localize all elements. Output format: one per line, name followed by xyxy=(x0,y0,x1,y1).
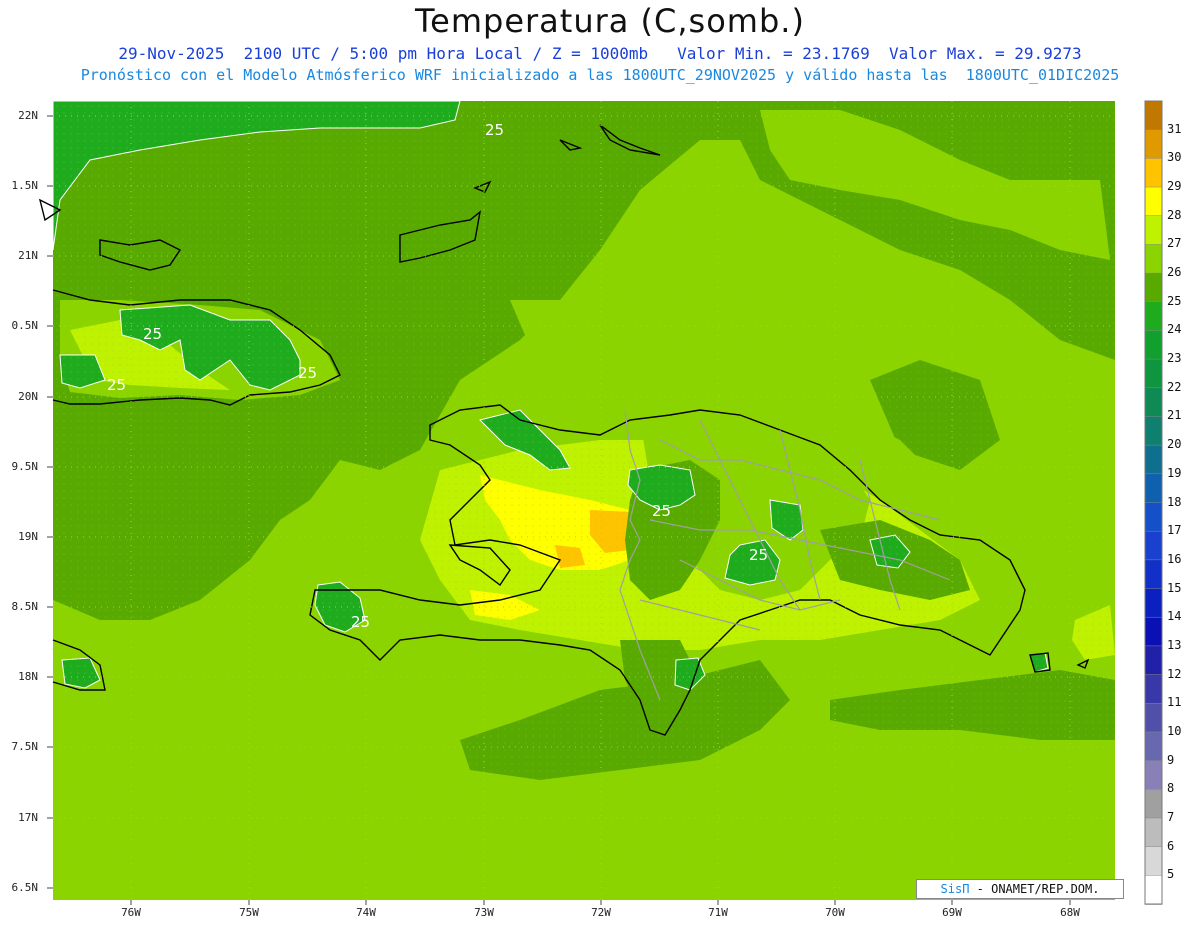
credit-brand: SisΠ xyxy=(940,882,970,896)
lat-label: 17N xyxy=(18,811,38,824)
colorbar-swatch xyxy=(1144,158,1163,188)
colorbar-label: 28 xyxy=(1167,207,1182,222)
colorbar-swatch xyxy=(1144,559,1163,590)
colorbar-label: 17 xyxy=(1167,523,1182,538)
colorbar-label: 12 xyxy=(1167,666,1182,681)
contour-label: 25 xyxy=(351,613,370,631)
lat-label: 21N xyxy=(18,249,38,262)
contour-label: 25 xyxy=(107,376,126,394)
colorbar-swatch xyxy=(1144,186,1163,217)
colorbar-label: 15 xyxy=(1167,580,1182,595)
colorbar-label: 27 xyxy=(1167,236,1182,251)
colorbar-swatch xyxy=(1144,100,1163,131)
credit-box: SisΠ - ONAMET/REP.DOM. xyxy=(916,879,1124,899)
colorbar-label: 18 xyxy=(1167,494,1182,509)
colorbar-label: 14 xyxy=(1167,609,1182,624)
colorbar-label: 13 xyxy=(1167,637,1182,652)
colorbar-label: 16 xyxy=(1167,551,1182,566)
lon-label: 68W xyxy=(1060,906,1080,919)
contour-label: 25 xyxy=(652,502,671,520)
colorbar-label: 9 xyxy=(1167,752,1175,767)
colorbar-swatch xyxy=(1144,703,1163,733)
colorbar-label: 29 xyxy=(1167,179,1182,194)
colorbar-swatch xyxy=(1144,473,1163,504)
lat-label: 19N xyxy=(18,530,38,543)
colorbar-swatch xyxy=(1144,502,1163,532)
colorbar-swatch xyxy=(1144,215,1163,246)
colorbar-swatch xyxy=(1144,272,1163,303)
colorbar-label: 6 xyxy=(1167,838,1175,853)
lon-label: 72W xyxy=(591,906,611,919)
colorbar-swatch xyxy=(1144,817,1163,848)
contour-label: 25 xyxy=(298,364,317,382)
colorbar-label: 20 xyxy=(1167,437,1182,452)
colorbar-label: 7 xyxy=(1167,809,1175,824)
colorbar-swatch xyxy=(1144,760,1163,791)
colorbar-swatch xyxy=(1144,244,1163,274)
lon-label: 76W xyxy=(121,906,141,919)
colorbar-label: 21 xyxy=(1167,408,1182,423)
colorbar-label: 11 xyxy=(1167,695,1182,710)
contour-label: 25 xyxy=(143,325,162,343)
colorbar-swatch xyxy=(1144,129,1163,160)
credit-org: - ONAMET/REP.DOM. xyxy=(969,882,1100,896)
lon-label: 75W xyxy=(239,906,259,919)
colorbar-swatch xyxy=(1144,301,1163,332)
lon-label: 74W xyxy=(356,906,376,919)
colorbar-label: 19 xyxy=(1167,465,1182,480)
colorbar-swatch xyxy=(1144,387,1163,418)
colorbar-swatch xyxy=(1144,731,1163,762)
colorbar-swatch xyxy=(1144,416,1163,446)
colorbar-swatch xyxy=(1144,674,1163,704)
lat-label: 1.5N xyxy=(11,179,39,192)
colorbar-swatch xyxy=(1144,588,1163,618)
colorbar-swatch xyxy=(1144,330,1163,360)
lat-label: 9.5N xyxy=(11,460,39,473)
colorbar-swatch xyxy=(1144,616,1163,647)
lat-label: 18N xyxy=(18,670,38,683)
lon-label: 73W xyxy=(474,906,494,919)
colorbar-swatch xyxy=(1144,645,1163,676)
colorbar-label: 5 xyxy=(1167,867,1175,882)
colorbar-swatch xyxy=(1144,358,1163,389)
lat-label: 22N xyxy=(18,109,38,122)
lat-label: 20N xyxy=(18,390,38,403)
lon-label: 69W xyxy=(942,906,962,919)
lat-label: 7.5N xyxy=(11,740,39,753)
colorbar-label: 25 xyxy=(1167,293,1182,308)
colorbar-label: 30 xyxy=(1167,150,1182,165)
colorbar-swatch xyxy=(1144,846,1163,877)
colorbar-label: 22 xyxy=(1167,379,1182,394)
colorbar-label: 10 xyxy=(1167,723,1182,738)
colorbar-label: 24 xyxy=(1167,322,1182,337)
colorbar-label: 26 xyxy=(1167,265,1182,280)
colorbar-label: 8 xyxy=(1167,781,1175,796)
temperature-map: 25 25 25 25 25 25 25 xyxy=(38,100,1163,905)
colorbar-swatch xyxy=(1144,875,1163,905)
lat-label: 0.5N xyxy=(11,319,39,332)
colorbar-swatch xyxy=(1144,444,1163,475)
lat-label: 6.5N xyxy=(11,881,39,894)
lon-label: 70W xyxy=(825,906,845,919)
colorbar-label: 23 xyxy=(1167,351,1182,366)
colorbar xyxy=(1144,100,1163,905)
contour-label: 25 xyxy=(485,121,504,139)
lon-label: 71W xyxy=(708,906,728,919)
colorbar-swatch xyxy=(1144,530,1163,561)
lat-label: 8.5N xyxy=(11,600,39,613)
colorbar-label: 31 xyxy=(1167,121,1182,136)
colorbar-swatch xyxy=(1144,789,1163,819)
contour-label: 25 xyxy=(749,546,768,564)
